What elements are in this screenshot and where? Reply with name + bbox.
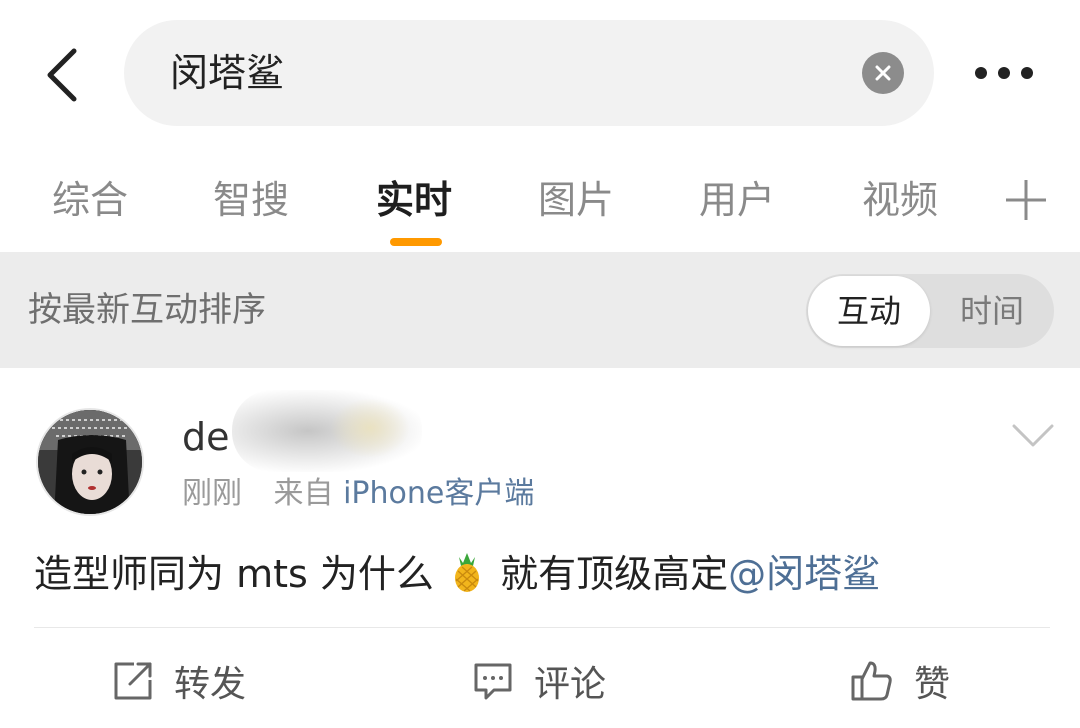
like-label: 赞: [914, 664, 951, 705]
post-card: de 刚刚 来自 iPhone客户端 造型师同为 mts 为什么 就有顶级高定@…: [0, 368, 1080, 728]
clear-search-button[interactable]: [862, 52, 904, 94]
mention-link[interactable]: @闵塔鲨: [728, 552, 880, 596]
tab-smart-search[interactable]: 智搜: [213, 170, 289, 230]
redacted-username-mark-2: [330, 398, 410, 458]
more-dots-icon: [975, 67, 987, 79]
plus-icon: [1006, 180, 1046, 220]
sort-bar: 按最新互动排序 互动 时间: [0, 252, 1080, 368]
post-time: 刚刚: [182, 476, 242, 511]
tab-realtime[interactable]: 实时: [376, 170, 452, 230]
comment-label: 评论: [534, 664, 607, 705]
thumbs-up-icon: [851, 661, 892, 701]
add-tab-button[interactable]: [1000, 174, 1052, 226]
search-header: 闵塔鲨: [0, 0, 1080, 150]
comment-button[interactable]: 评论: [472, 650, 606, 712]
sort-toggle: 互动 时间: [806, 274, 1054, 348]
sort-option-time[interactable]: 时间: [930, 274, 1054, 348]
like-button[interactable]: 赞: [850, 650, 950, 712]
avatar[interactable]: [36, 408, 144, 516]
chevron-down-icon: [1012, 424, 1054, 447]
sort-option-interaction[interactable]: 互动: [808, 276, 930, 346]
tab-images[interactable]: 图片: [538, 170, 614, 230]
more-options-button[interactable]: [962, 50, 1046, 96]
repost-label: 转发: [174, 664, 247, 705]
repost-icon: [114, 662, 152, 700]
post-text-rest: 就有顶级高定: [500, 552, 729, 596]
tab-videos[interactable]: 视频: [862, 170, 938, 230]
active-tab-indicator: [390, 238, 442, 246]
chevron-left-icon: [47, 48, 77, 102]
more-dots-icon-dot: [1021, 67, 1033, 79]
search-input[interactable]: 闵塔鲨: [124, 20, 934, 126]
search-tabs: 综合 智搜 实时 图片 用户 视频: [0, 150, 1080, 252]
post-text: 造型师同为 mts 为什么 就有顶级高定@闵塔鲨: [34, 546, 880, 602]
search-query-text: 闵塔鲨: [170, 51, 285, 95]
close-icon: [875, 65, 891, 81]
avatar-image: [38, 410, 142, 514]
more-dots-icon-dot: [998, 67, 1010, 79]
username[interactable]: de: [182, 412, 230, 462]
tab-users[interactable]: 用户: [699, 170, 775, 230]
back-button[interactable]: [30, 40, 94, 110]
pineapple-icon: [450, 551, 484, 608]
post-source[interactable]: iPhone客户端: [343, 476, 534, 511]
comment-icon: [474, 663, 512, 700]
repost-button[interactable]: 转发: [112, 650, 246, 712]
post-text-main: 造型师同为 mts 为什么: [34, 552, 434, 596]
source-prefix: 来自: [273, 476, 334, 511]
post-menu-button[interactable]: [1010, 418, 1056, 452]
tab-comprehensive[interactable]: 综合: [52, 170, 128, 230]
post-meta: 刚刚 来自 iPhone客户端: [182, 472, 534, 516]
sort-label: 按最新互动排序: [28, 290, 266, 330]
post-divider: [34, 627, 1050, 628]
